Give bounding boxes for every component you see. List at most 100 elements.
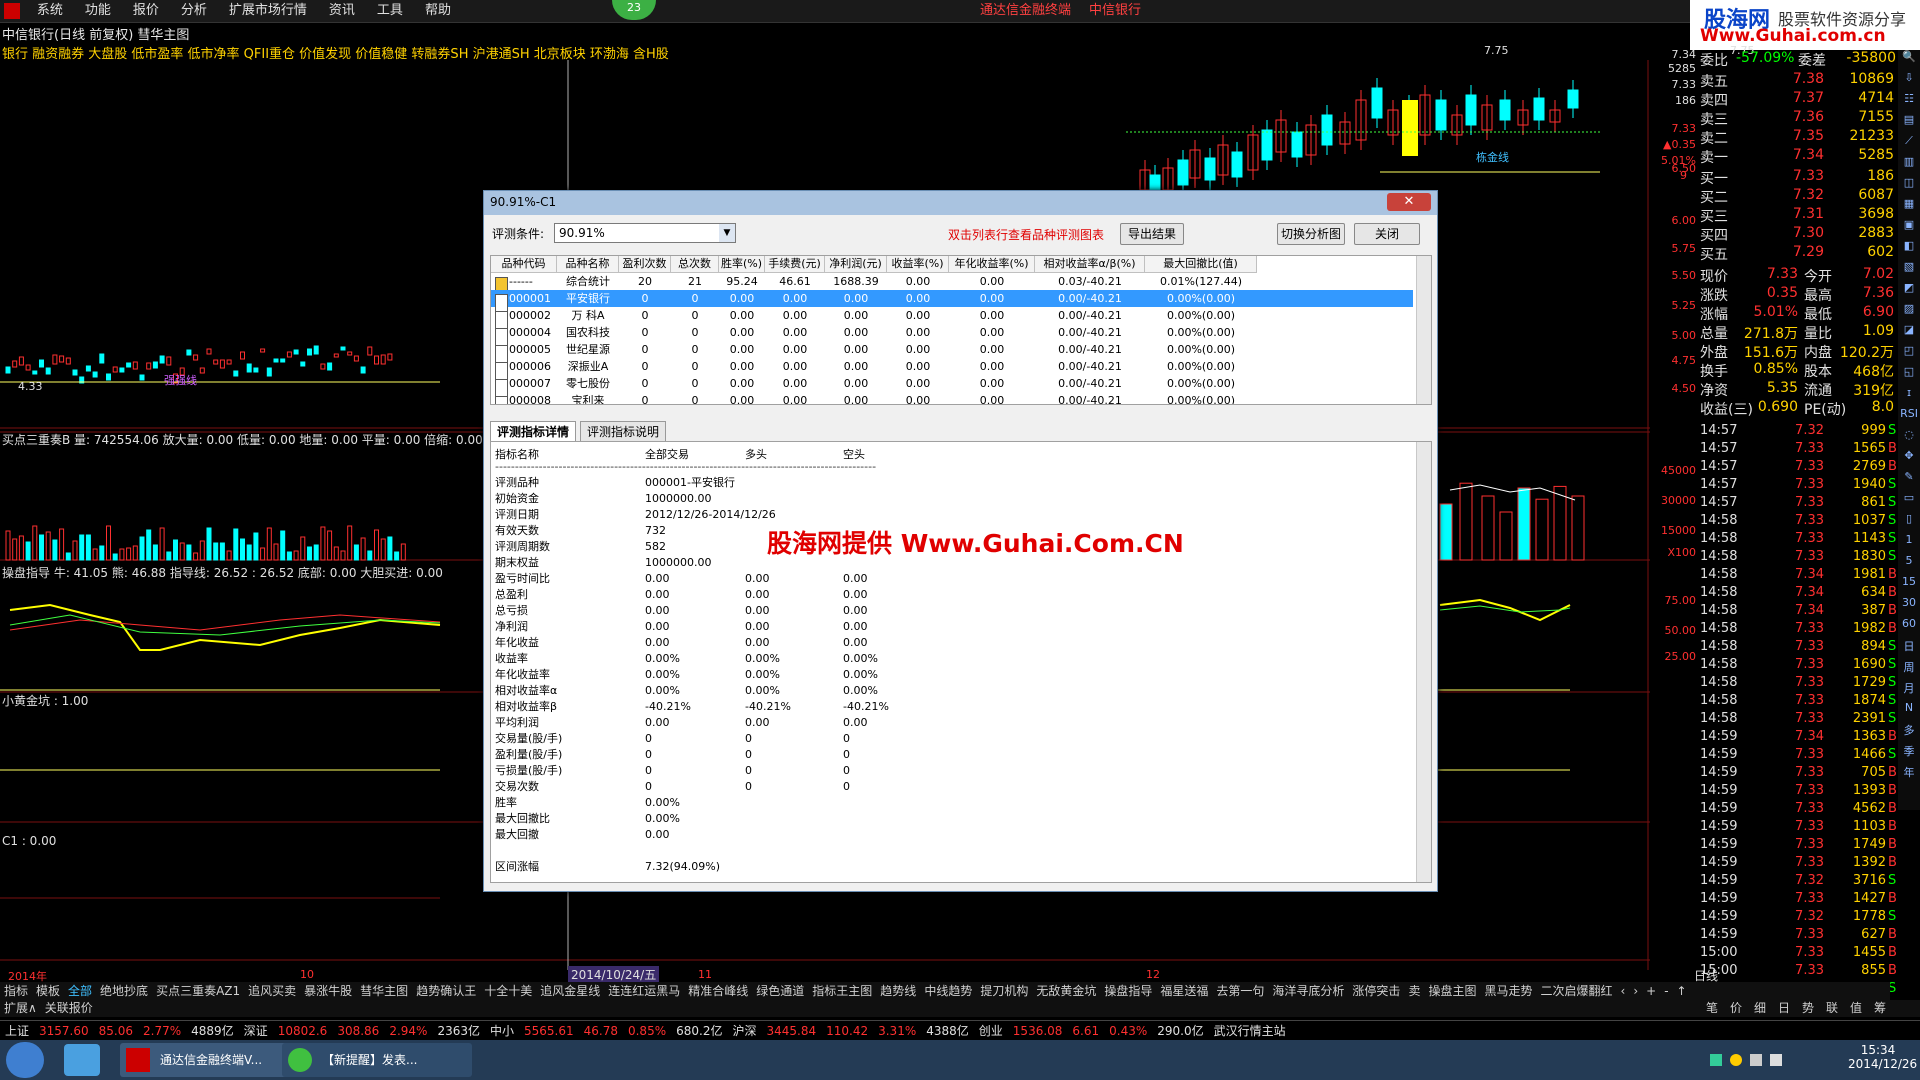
indicator-tab[interactable]: 指标王主图 [808, 984, 876, 998]
table-row[interactable]: 000008 宝利来 0 0 0.00 0.00 0.00 0.00 0.00 0.00/-40.… [491, 392, 1413, 404]
table-row[interactable]: 000007 零七股份 0 0 0.00 0.00 0.00 0.00 0.00 0.00/-40… [491, 375, 1413, 398]
ask-row[interactable]: 卖三 7.36 7155 [1698, 109, 1898, 128]
indicator-tab[interactable]: 全部 [64, 984, 96, 998]
indicator-tab[interactable]: 涨停突击 [1348, 984, 1404, 998]
table-scrollbar[interactable] [1416, 256, 1431, 404]
tool-icon-10[interactable]: ▧ [1900, 260, 1918, 278]
tool-icon-20[interactable]: ✎ [1900, 470, 1918, 488]
indicator-tab[interactable]: 追风金星线 [536, 984, 604, 998]
menu-item-6[interactable]: 工具 [366, 0, 414, 22]
table-row[interactable]: 000006 深振业A 0 0 0.00 0.00 0.00 0.00 0.00 0.00/-40… [491, 358, 1413, 381]
quote-tab-6[interactable]: 值 [1844, 1000, 1868, 1017]
extension-tab[interactable]: 扩展∧ [0, 1001, 41, 1015]
tool-icon-31[interactable]: N [1900, 701, 1918, 719]
menu-item-1[interactable]: 功能 [74, 0, 122, 22]
tool-icon-12[interactable]: ▨ [1900, 302, 1918, 320]
indicator-tab[interactable]: 绝地抄底 [96, 984, 152, 998]
quote-tab-3[interactable]: 日 [1772, 1000, 1796, 1017]
column-header[interactable]: 胜率(%) [719, 256, 765, 273]
tool-icon-33[interactable]: 季 [1900, 743, 1918, 761]
tool-icon-25[interactable]: 15 [1900, 575, 1918, 593]
menu-item-2[interactable]: 报价 [122, 0, 170, 22]
column-header[interactable]: 最大回撤比(值) [1145, 256, 1257, 273]
switch-chart-button[interactable]: 切换分析图 [1277, 223, 1345, 245]
tool-icon-15[interactable]: ◱ [1900, 365, 1918, 383]
menu-item-5[interactable]: 资讯 [318, 0, 366, 22]
taskbar-button-browser[interactable]: 【新提醒】发表... [282, 1043, 472, 1077]
bid-row[interactable]: 买五 7.29 602 [1698, 244, 1898, 263]
extension-tab[interactable]: 关联报价 [41, 1001, 97, 1015]
column-header[interactable]: 收益率(%) [887, 256, 949, 273]
quote-tab-5[interactable]: 联 [1820, 1000, 1844, 1017]
detail-scrollbar[interactable] [1416, 442, 1431, 882]
tool-icon-29[interactable]: 周 [1900, 659, 1918, 677]
dialog-titlebar[interactable]: 90.91%-C1 ✕ [484, 191, 1437, 215]
indicator-tab[interactable]: 彗华主图 [356, 984, 412, 998]
tray-volume-icon[interactable] [1770, 1054, 1782, 1066]
taskbar-pinned-icon[interactable] [64, 1044, 100, 1076]
tool-icon-34[interactable]: 年 [1900, 764, 1918, 782]
tool-icon-26[interactable]: 30 [1900, 596, 1918, 614]
indicator-tab[interactable]: 二次启爆翻红 [1536, 984, 1616, 998]
column-header[interactable]: 品种名称 [557, 256, 619, 273]
tool-icon-17[interactable]: RSI [1900, 407, 1918, 425]
indicator-tab[interactable]: 卖 [1404, 984, 1424, 998]
tool-icon-24[interactable]: 5 [1900, 554, 1918, 572]
tray-icons[interactable] [1710, 1052, 1830, 1068]
indicator-tab[interactable]: 连连红运黑马 [604, 984, 684, 998]
clock[interactable]: 15:34 2014/12/26 [1848, 1043, 1917, 1071]
tab-explain[interactable]: 评测指标说明 [580, 421, 667, 443]
tool-icon-1[interactable]: ⇩ [1900, 71, 1918, 89]
column-header[interactable]: 手续费(元) [765, 256, 825, 273]
tool-icon-9[interactable]: ◧ [1900, 239, 1918, 257]
tool-icon-3[interactable]: ▤ [1900, 113, 1918, 131]
tool-icon-23[interactable]: 1 [1900, 533, 1918, 551]
indicator-tab[interactable]: 中线趋势 [920, 984, 976, 998]
column-header[interactable]: 净利润(元) [825, 256, 887, 273]
table-row[interactable]: 000005 世纪星源 0 0 0.00 0.00 0.00 0.00 0.00 0.00/-40… [491, 341, 1413, 364]
tool-icon-6[interactable]: ◫ [1900, 176, 1918, 194]
indicator-tab[interactable]: 海洋寻底分析 [1268, 984, 1348, 998]
tool-icon-21[interactable]: ▭ [1900, 491, 1918, 509]
quote-tab-4[interactable]: 势 [1796, 1000, 1820, 1017]
tool-icon-16[interactable]: ɪ [1900, 386, 1918, 404]
tool-icon-14[interactable]: ◰ [1900, 344, 1918, 362]
indicator-tab[interactable]: 精准合峰线 [684, 984, 752, 998]
tool-icon-32[interactable]: 多 [1900, 722, 1918, 740]
tool-icon-8[interactable]: ▣ [1900, 218, 1918, 236]
indicator-tab[interactable]: 无敌黄金坑 [1032, 984, 1100, 998]
tool-icon-18[interactable]: ◌ [1900, 428, 1918, 446]
column-header[interactable]: 年化收益率(%) [949, 256, 1035, 273]
quote-tab-7[interactable]: 筹 [1868, 1000, 1892, 1017]
indicator-tab[interactable]: 绿色通道 [752, 984, 808, 998]
menu-item-4[interactable]: 扩展市场行情 [218, 0, 318, 22]
menu-item-0[interactable]: 系统 [26, 0, 74, 22]
indicator-tab[interactable]: 提刀机构 [976, 984, 1032, 998]
indicator-tab[interactable]: 暴涨牛股 [300, 984, 356, 998]
indicator-tab[interactable]: 黑马走势 [1480, 984, 1536, 998]
menu-center-item-0[interactable]: 通达信金融终端 [980, 3, 1071, 18]
tool-icon-11[interactable]: ◩ [1900, 281, 1918, 299]
tool-icon-0[interactable]: 🔍 [1900, 50, 1918, 68]
ask-row[interactable]: 卖二 7.35 21233 [1698, 128, 1898, 147]
indicator-tab[interactable]: 买点三重奏AZ1 [152, 984, 244, 998]
ask-row[interactable]: 卖一 7.34 5285 [1698, 147, 1898, 166]
period-label[interactable]: 日线 [1694, 967, 1718, 984]
table-row[interactable]: 000001 平安银行 0 0 0.00 0.00 0.00 0.00 0.00 0.00/-40… [491, 290, 1413, 313]
chevron-down-icon[interactable]: ▼ [719, 224, 735, 242]
column-header[interactable]: 品种代码 [491, 256, 557, 273]
bid-row[interactable]: 买二 7.32 6087 [1698, 187, 1898, 206]
tool-icon-4[interactable]: ⟋ [1900, 134, 1918, 152]
tool-icon-5[interactable]: ▥ [1900, 155, 1918, 173]
indicator-tab[interactable]: 去第一句 [1212, 984, 1268, 998]
indicator-tab[interactable]: ‹ [1617, 984, 1630, 998]
indicator-tab[interactable]: - [1660, 984, 1672, 998]
tool-icon-22[interactable]: ▯ [1900, 512, 1918, 530]
indicator-tab[interactable]: › [1629, 984, 1642, 998]
indicator-tab[interactable]: 趋势确认王 [412, 984, 480, 998]
menu-item-3[interactable]: 分析 [170, 0, 218, 22]
table-row[interactable]: ------ 综合统计 20 21 95.24 46.61 1688.39 0.00 0.00 0… [491, 273, 1413, 296]
menu-item-7[interactable]: 帮助 [414, 0, 462, 22]
close-button[interactable]: 关闭 [1354, 223, 1420, 245]
quote-tab-0[interactable]: 笔 [1700, 1000, 1724, 1017]
